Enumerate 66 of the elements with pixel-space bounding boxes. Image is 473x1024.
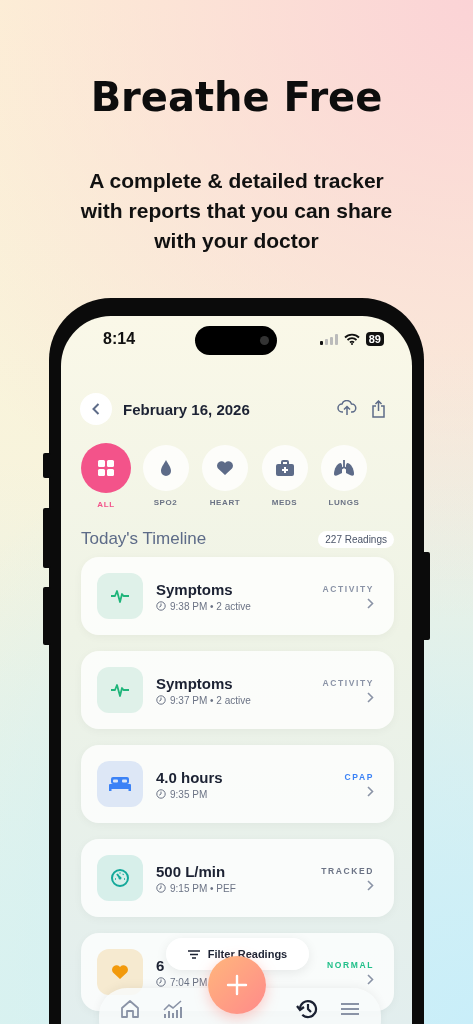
grid-icon <box>97 459 115 477</box>
reading-card[interactable]: 500 L/min 9:15 PM • PEF TRACKED <box>81 839 394 917</box>
date-title: February 16, 2026 <box>123 400 251 418</box>
reading-time: 9:38 PM • 2 active <box>170 600 251 612</box>
category-button[interactable] <box>81 443 131 493</box>
status-time: 8:14 <box>103 330 136 348</box>
count-badge: 227 Readings <box>318 530 394 548</box>
chevron-icon <box>367 879 374 891</box>
reading-time: 9:37 PM • 2 active <box>170 694 251 706</box>
filter-icon <box>187 949 200 959</box>
section-title: Today's Timeline <box>81 529 207 549</box>
category-label: SPO2 <box>153 498 178 507</box>
category-label: LUNGS <box>328 498 360 507</box>
reading-time: 9:15 PM • PEF <box>170 882 236 894</box>
clock-icon <box>156 695 166 705</box>
category-tag: CPAP <box>344 771 374 782</box>
clock-icon <box>156 883 166 893</box>
home-icon[interactable] <box>119 998 141 1020</box>
battery-level: 89 <box>365 332 384 346</box>
reading-title: 4.0 hours <box>156 768 224 786</box>
drop-icon <box>158 459 173 477</box>
category-tag: TRACKED <box>321 865 374 876</box>
chevron-icon <box>367 973 374 985</box>
medical-kit-icon <box>274 459 295 477</box>
category-tag: ACTIVITY <box>322 583 374 594</box>
signal-icon <box>319 333 338 345</box>
cloud-upload-icon[interactable] <box>337 400 357 418</box>
plus-icon <box>226 974 248 996</box>
clock-icon <box>156 977 166 987</box>
category-button[interactable] <box>142 445 189 491</box>
bed-icon <box>97 761 143 807</box>
category-tag: ACTIVITY <box>322 677 374 688</box>
reading-card[interactable]: 4.0 hours 9:35 PM CPAP <box>81 745 394 823</box>
category-tag: NORMAL <box>327 959 374 970</box>
subtitle: A complete & detailed tracker with reports that you can share with your doctor <box>79 168 394 254</box>
category-button[interactable] <box>321 445 367 491</box>
chevron-icon <box>367 785 374 797</box>
reading-card[interactable]: Symptoms 9:38 PM • 2 active ACTIVITY <box>81 557 394 635</box>
chevron-icon <box>367 597 374 609</box>
reading-title: Symptoms <box>156 674 234 692</box>
chevron-icon <box>367 691 374 703</box>
reading-title: 500 L/min <box>156 862 227 880</box>
reading-title: Symptoms <box>156 580 234 598</box>
clock-icon <box>156 789 166 799</box>
category-label: MEDS <box>271 498 298 507</box>
history-icon[interactable] <box>296 998 318 1020</box>
clock-icon <box>156 601 166 611</box>
chart-icon[interactable] <box>162 998 184 1020</box>
pulse-icon <box>97 667 143 713</box>
lungs-icon <box>333 459 355 477</box>
heart-icon <box>216 460 234 476</box>
share-icon[interactable] <box>371 400 386 418</box>
category-label: HEART <box>209 498 241 507</box>
gauge-icon <box>97 855 143 901</box>
category-button[interactable] <box>202 445 248 491</box>
reading-time: 7:04 PM <box>170 976 208 988</box>
category-label: ALL <box>97 500 115 509</box>
reading-title: 6 <box>156 956 166 974</box>
headline: Breathe Free <box>89 73 384 122</box>
pulse-icon <box>97 573 143 619</box>
heart-icon <box>97 949 143 995</box>
reading-card[interactable]: Symptoms 9:37 PM • 2 active ACTIVITY <box>81 651 394 729</box>
category-button[interactable] <box>261 445 308 491</box>
wifi-icon <box>343 333 360 345</box>
reading-time: 9:35 PM <box>170 788 208 800</box>
chevron-left-icon <box>92 403 100 415</box>
